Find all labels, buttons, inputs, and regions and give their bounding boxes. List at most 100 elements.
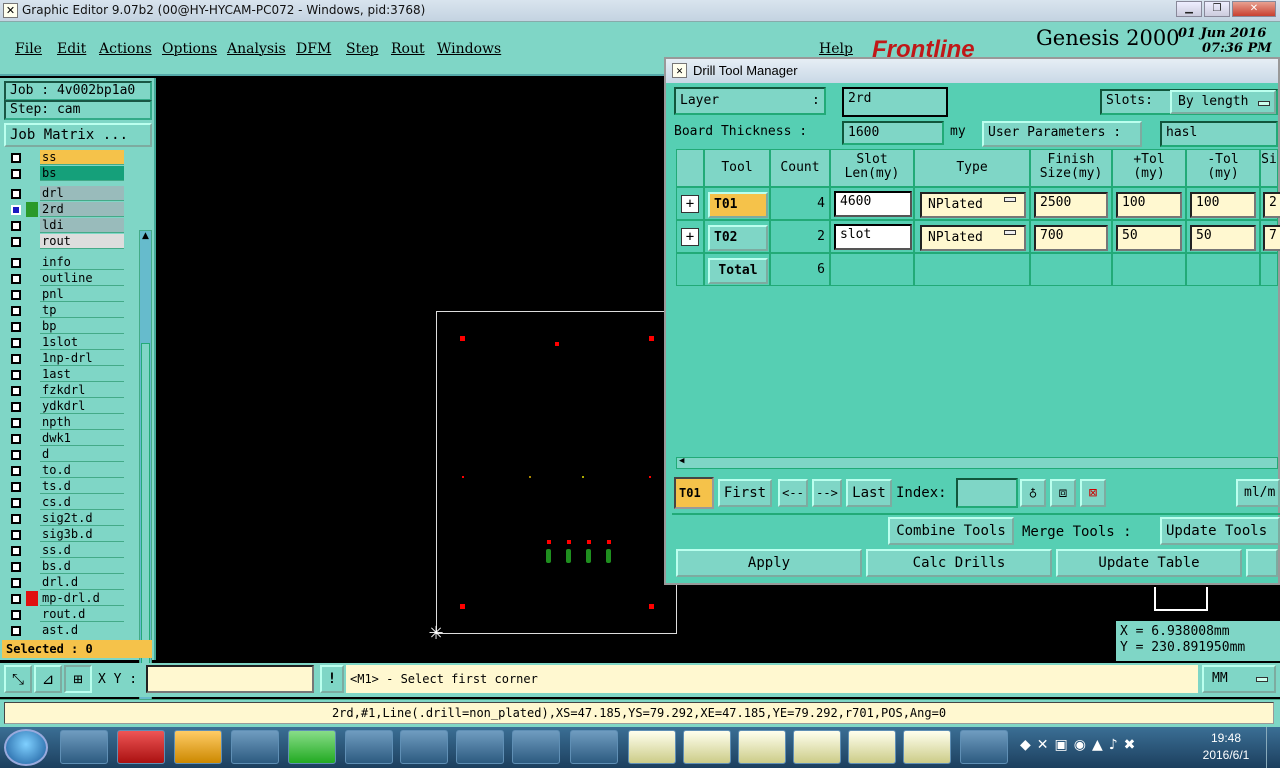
- ptol-input[interactable]: 50: [1116, 225, 1182, 251]
- last-button[interactable]: Last: [846, 479, 892, 507]
- combine-tools-button[interactable]: Combine Tools: [888, 517, 1014, 545]
- menu-file[interactable]: File: [15, 41, 42, 57]
- layer-checkbox[interactable]: [11, 562, 21, 572]
- finish-input[interactable]: 2500: [1034, 192, 1108, 218]
- layer-checkbox[interactable]: [11, 418, 21, 428]
- scroll-up-icon[interactable]: ▲: [140, 231, 151, 243]
- layer-checkbox[interactable]: [11, 290, 21, 300]
- layer-row-ss-d[interactable]: ss.d: [8, 543, 124, 558]
- menu-step[interactable]: Step: [346, 41, 378, 57]
- slot-length-input[interactable]: slot: [834, 224, 912, 250]
- layer-checkbox[interactable]: [11, 354, 21, 364]
- layer-row-d[interactable]: d: [8, 447, 124, 462]
- job-matrix-button[interactable]: Job Matrix ...: [4, 123, 152, 147]
- taskbar-shell-icon[interactable]: [174, 730, 222, 764]
- layer-checkbox[interactable]: [11, 386, 21, 396]
- index-input[interactable]: [956, 478, 1018, 508]
- layer-row-cs-d[interactable]: cs.d: [8, 495, 124, 510]
- user-parameters-input[interactable]: hasl: [1160, 121, 1278, 147]
- taskbar-x-icon[interactable]: [628, 730, 676, 764]
- layer-checkbox[interactable]: [11, 306, 21, 316]
- layer-checkbox[interactable]: [11, 610, 21, 620]
- measure-icon[interactable]: ⊿: [34, 665, 62, 693]
- layer-checkbox[interactable]: [11, 450, 21, 460]
- layer-row-ss[interactable]: ss: [8, 150, 124, 165]
- layer-row-fzkdrl[interactable]: fzkdrl: [8, 383, 124, 398]
- user-parameters-button[interactable]: User Parameters :: [982, 121, 1142, 147]
- layer-row-info[interactable]: info: [8, 255, 124, 270]
- layer-checkbox[interactable]: [11, 434, 21, 444]
- layer-checkbox[interactable]: [11, 594, 21, 604]
- layer-row-pnl[interactable]: pnl: [8, 287, 124, 302]
- ntol-input[interactable]: 100: [1190, 192, 1256, 218]
- layer-checkbox[interactable]: [11, 258, 21, 268]
- taskbar-x-icon[interactable]: [793, 730, 841, 764]
- expand-row-icon[interactable]: +: [681, 228, 699, 246]
- calc-drills-button[interactable]: Calc Drills: [866, 549, 1052, 577]
- layer-row-ast-d[interactable]: ast.d: [8, 623, 124, 636]
- layer-row-drl-d[interactable]: drl.d: [8, 575, 124, 590]
- layer-checkbox[interactable]: [11, 546, 21, 556]
- layer-row-1ast[interactable]: 1ast: [8, 367, 124, 382]
- table-h-scrollbar[interactable]: ◀: [676, 456, 1278, 469]
- thickness-input[interactable]: 1600: [842, 121, 944, 145]
- menu-options[interactable]: Options: [162, 41, 217, 57]
- first-button[interactable]: First: [718, 479, 772, 507]
- layer-checkbox[interactable]: [11, 482, 21, 492]
- delete-icon[interactable]: ⊠: [1080, 479, 1106, 507]
- taskbar-excel-icon[interactable]: [345, 730, 393, 764]
- maximize-button[interactable]: ❐: [1204, 1, 1230, 17]
- menu-help[interactable]: Help: [819, 41, 853, 57]
- close-button[interactable]: ✕: [1232, 1, 1276, 17]
- layer-checkbox[interactable]: [11, 514, 21, 524]
- scroll-thumb[interactable]: [141, 343, 150, 673]
- si-input[interactable]: 2: [1263, 192, 1280, 218]
- taskbar-x-icon[interactable]: [848, 730, 896, 764]
- snap-icon[interactable]: ⊞: [64, 665, 92, 693]
- update-tools-button[interactable]: Update Tools: [1160, 517, 1280, 545]
- menu-actions[interactable]: Actions: [99, 41, 152, 57]
- layer-row-rout[interactable]: rout: [8, 234, 124, 249]
- layer-checkbox[interactable]: [11, 530, 21, 540]
- total-button[interactable]: Total: [708, 258, 768, 284]
- type-dropdown[interactable]: NPlated: [920, 225, 1026, 251]
- layer-checkbox[interactable]: [11, 169, 21, 179]
- layer-row-tp[interactable]: tp: [8, 303, 124, 318]
- show-desktop-button[interactable]: [1266, 727, 1280, 768]
- menu-rout[interactable]: Rout: [391, 41, 425, 57]
- menu-analysis[interactable]: Analysis: [227, 41, 286, 57]
- menu-dfm[interactable]: DFM: [296, 41, 331, 57]
- taskbar-frontline-icon[interactable]: [288, 730, 336, 764]
- layer-checkbox[interactable]: [11, 370, 21, 380]
- units-button[interactable]: ml/m: [1236, 479, 1280, 507]
- taskbar-app-icon[interactable]: [117, 730, 165, 764]
- layer-row-mp-drl-d[interactable]: mp-drl.d: [8, 591, 124, 606]
- finish-input[interactable]: 700: [1034, 225, 1108, 251]
- layer-checkbox[interactable]: [11, 322, 21, 332]
- layer-row-1slot[interactable]: 1slot: [8, 335, 124, 350]
- layer-checkbox[interactable]: [11, 189, 21, 199]
- taskbar-x-icon[interactable]: [903, 730, 951, 764]
- type-dropdown[interactable]: NPlated: [920, 192, 1026, 218]
- layer-input[interactable]: 2rd: [842, 87, 948, 117]
- layer-checkbox[interactable]: [11, 237, 21, 247]
- tray-icons[interactable]: ◆✕▣◉▲♪✖: [1020, 737, 1180, 757]
- start-button[interactable]: [4, 729, 48, 766]
- layer-row-bp[interactable]: bp: [8, 319, 124, 334]
- extra-button[interactable]: [1246, 549, 1278, 577]
- tool-button[interactable]: T02: [708, 225, 768, 251]
- layer-checkbox[interactable]: [11, 338, 21, 348]
- taskbar-save-icon[interactable]: [60, 730, 108, 764]
- update-table-button[interactable]: Update Table: [1056, 549, 1242, 577]
- layer-checkbox[interactable]: [11, 466, 21, 476]
- taskbar-doc-icon[interactable]: [512, 730, 560, 764]
- taskbar-x-icon[interactable]: [738, 730, 786, 764]
- minimize-button[interactable]: ▁: [1176, 1, 1202, 17]
- scroll-left-icon[interactable]: ◀: [679, 456, 684, 466]
- layer-checkbox[interactable]: [11, 153, 21, 163]
- layer-row-sig2t-d[interactable]: sig2t.d: [8, 511, 124, 526]
- layer-row-drl[interactable]: drl: [8, 186, 124, 201]
- taskbar-x-icon[interactable]: [683, 730, 731, 764]
- layer-row-bs-d[interactable]: bs.d: [8, 559, 124, 574]
- slot-length-input[interactable]: 4600: [834, 191, 912, 217]
